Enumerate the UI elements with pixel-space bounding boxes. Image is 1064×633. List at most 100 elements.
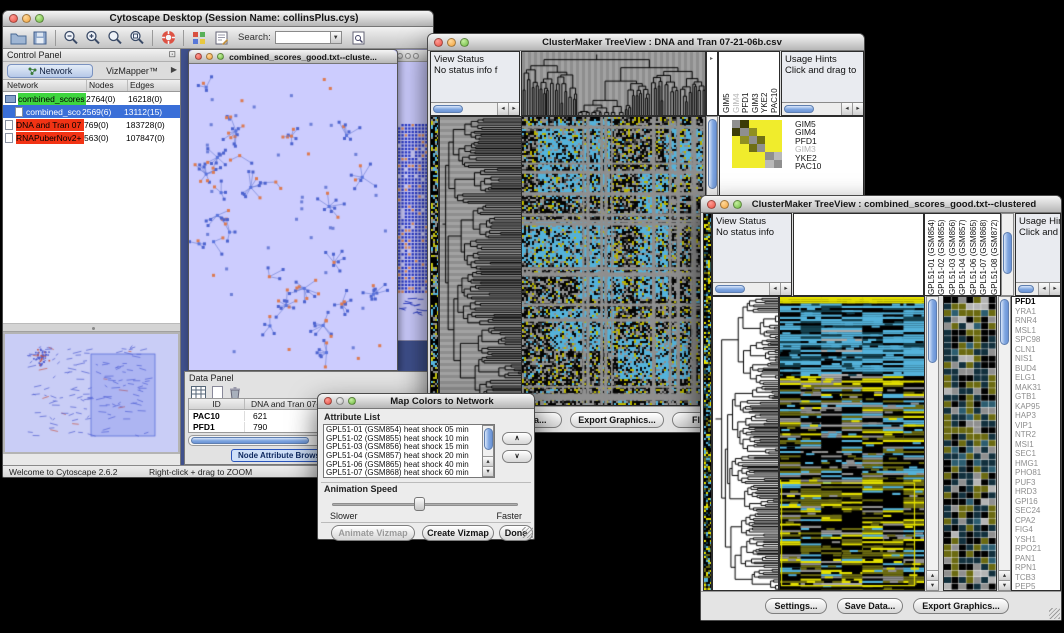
scroll-right-icon[interactable]: ▸ [508,103,519,115]
column-label[interactable]: GPL51-04 (GSM857) [958,214,968,295]
vizmap-grid-icon[interactable] [188,28,210,48]
gene-label[interactable]: VIP1 [1012,421,1060,431]
scroll-up-icon[interactable]: ▴ [927,570,938,580]
gene-label[interactable]: KAP95 [1012,402,1060,412]
gene-label[interactable]: ELG1 [1012,373,1060,383]
gene-label[interactable]: MSL1 [1012,326,1060,336]
gene-label[interactable]: SEC24 [1012,506,1060,516]
data-column-id[interactable]: ID [189,399,245,409]
gene-label[interactable]: YRA1 [1012,307,1060,317]
gene-label[interactable]: GPI16 [1012,497,1060,507]
gene-label[interactable]: PUF3 [1012,478,1060,488]
search-input[interactable] [275,31,331,44]
gene-label[interactable]: TCB3 [1012,573,1060,583]
gene-label[interactable]: FIG4 [1012,525,1060,535]
scrollbar-thumb[interactable] [433,105,463,113]
column-label[interactable]: GPL51-03 (GSM856) [948,214,958,295]
gene-label[interactable]: MAK31 [1012,383,1060,393]
settings-button[interactable]: Settings... [765,598,827,614]
close-icon[interactable] [9,14,18,23]
column-label[interactable]: GPL51-02 (GSM855) [937,214,947,295]
close-icon[interactable] [707,200,716,209]
scroll-up-icon[interactable]: ▴ [999,570,1010,580]
column-header-nodes[interactable]: Nodes [87,80,128,91]
search-dropdown-arrow-icon[interactable]: ▼ [331,31,342,44]
scroll-left-icon[interactable]: ◂ [841,103,852,115]
minimize-icon[interactable] [206,53,213,60]
tv2-usage-hscrollbar[interactable]: ◂▸ [1016,282,1060,295]
export-graphics-button[interactable]: Export Graphics... [570,412,664,428]
network-view-canvas[interactable] [189,64,397,370]
annotation-icon[interactable] [210,28,232,48]
column-label[interactable]: GPL51-06 (GSM865) [969,214,979,295]
zoom-window-icon[interactable] [460,38,469,47]
scrollbar-thumb[interactable] [715,285,745,293]
tv2-zoom-vscrollbar[interactable]: ▴▾ [998,296,1011,591]
zoom-window-icon[interactable] [35,14,44,23]
column-label[interactable]: GIM4 [732,52,742,113]
tv1-usage-hscrollbar[interactable]: ◂▸ [782,102,863,115]
tv2-row-dendrogram[interactable] [712,296,779,591]
tv1-column-dendrogram[interactable] [521,51,706,116]
scroll-up-icon[interactable]: ▴ [483,456,493,466]
close-icon[interactable] [434,38,443,47]
resize-grip[interactable] [522,527,533,538]
gene-label[interactable]: CLN1 [1012,345,1060,355]
attribute-list-item[interactable]: GPL51-07 (GSM868) heat shock 60 min [324,469,494,478]
dialog-titlebar[interactable]: Map Colors to Network [318,394,534,409]
column-header-edges[interactable]: Edges [128,80,180,91]
help-lifesaver-icon[interactable] [157,28,179,48]
close-icon[interactable] [324,397,332,405]
tab-vizmapper[interactable]: VizMapper™ [97,64,167,78]
open-file-button[interactable] [7,28,29,48]
speed-slider-track[interactable] [332,503,518,506]
close-icon[interactable] [195,53,202,60]
tv1-global-overview-strip[interactable] [430,116,439,406]
birdseye-view[interactable] [3,332,180,454]
tv2-heatmap[interactable] [779,296,925,591]
gene-label[interactable]: HRD3 [1012,487,1060,497]
create-vizmap-button[interactable]: Create Vizmap [422,525,494,541]
scrollbar-thumb[interactable] [708,119,717,189]
treeview2-titlebar[interactable]: ClusterMaker TreeView : combined_scores_… [701,196,1061,213]
tv1-status-hscrollbar[interactable]: ◂▸ [431,102,519,115]
panel-divider[interactable] [3,324,180,332]
gene-label[interactable]: PEP5 [1012,582,1060,591]
scroll-down-icon[interactable]: ▾ [483,466,493,476]
network-view-titlebar[interactable]: combined_scores_good.txt--cluste... [189,50,397,64]
zoom-in-button[interactable] [82,28,104,48]
animate-vizmap-button[interactable]: Animate Vizmap [331,525,415,541]
gene-label[interactable]: SPC98 [1012,335,1060,345]
column-label[interactable]: YKE2 [760,52,770,113]
zoom-selected-button[interactable] [126,28,148,48]
similarity-matrix[interactable] [732,120,782,168]
network-report-icon[interactable] [348,28,370,48]
scroll-left-icon[interactable]: ◂ [1038,283,1049,295]
node-attribute-browser-tab[interactable]: Node Attribute Brows [231,449,327,462]
export-graphics-button[interactable]: Export Graphics... [913,598,1009,614]
gene-label[interactable]: YSH1 [1012,535,1060,545]
expand-arrow-icon[interactable]: ▸ [710,55,713,62]
gene-label[interactable]: RPO21 [1012,544,1060,554]
gene-label[interactable]: HAP3 [1012,411,1060,421]
column-label[interactable]: GIM5 [722,52,732,113]
zoom-window-icon[interactable] [348,397,356,405]
save-button[interactable] [29,28,51,48]
scroll-right-icon[interactable]: ▸ [852,103,863,115]
column-label[interactable]: GPL51-07 (GSM868) [979,214,989,295]
scrollbar-thumb[interactable] [1000,299,1009,345]
scrollbar-thumb[interactable] [1003,232,1012,274]
network-list-row[interactable]: combined_scores2764(0)16218(0) [3,92,180,105]
birdseye-canvas[interactable] [5,334,175,448]
column-label[interactable]: PAC10 [770,52,780,113]
speed-slider-thumb[interactable] [414,497,425,511]
network-list-row[interactable]: combined_sco2569(6)13112(15) [3,105,180,118]
gene-label[interactable]: PFD1 [1012,297,1060,307]
scroll-left-icon[interactable]: ◂ [769,283,780,295]
gene-label[interactable]: RPN1 [1012,563,1060,573]
column-header-network[interactable]: Network [3,80,87,91]
tv1-heatmap[interactable] [521,116,706,406]
gene-label[interactable]: HMG1 [1012,459,1060,469]
tv2-status-hscrollbar[interactable]: ◂▸ [713,282,791,295]
column-label[interactable]: GPL51-01 (GSM854) [927,214,937,295]
